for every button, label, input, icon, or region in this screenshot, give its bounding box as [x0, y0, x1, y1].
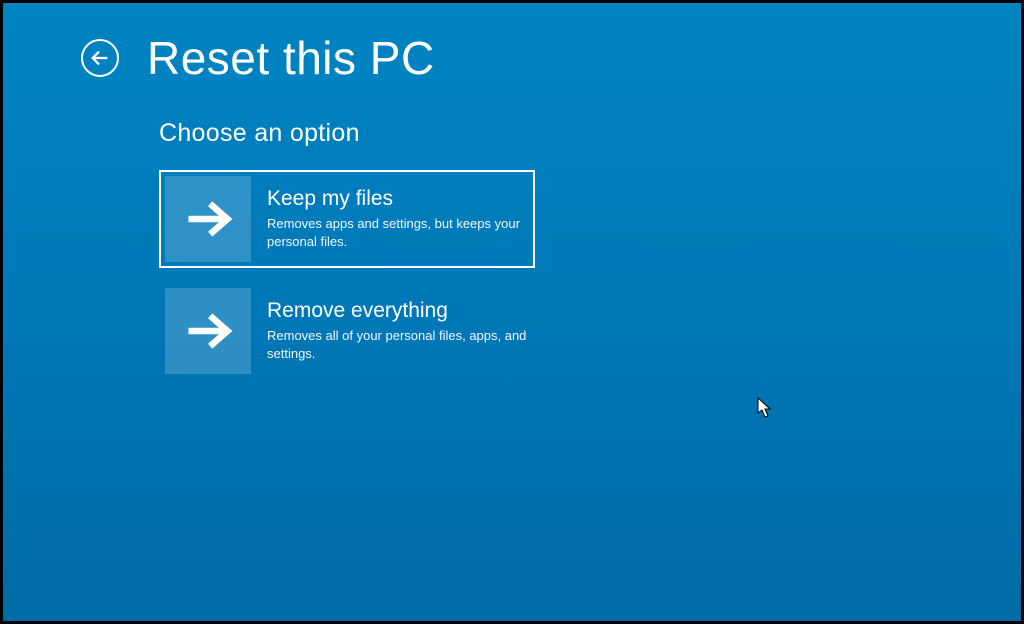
option-title: Remove everything — [267, 299, 529, 323]
option-text: Remove everything Removes all of your pe… — [267, 299, 529, 362]
arrow-right-icon — [182, 193, 234, 245]
option-remove-everything[interactable]: Remove everything Removes all of your pe… — [159, 282, 535, 380]
page-title: Reset this PC — [147, 31, 435, 85]
mouse-cursor-icon — [757, 397, 773, 424]
arrow-left-icon — [89, 47, 111, 69]
options-list: Keep my files Removes apps and settings,… — [159, 170, 1021, 380]
subtitle: Choose an option — [159, 119, 1021, 148]
back-button[interactable] — [81, 39, 119, 77]
header: Reset this PC — [3, 3, 1021, 85]
option-tile-icon — [165, 176, 251, 262]
option-keep-my-files[interactable]: Keep my files Removes apps and settings,… — [159, 170, 535, 268]
arrow-right-icon — [182, 305, 234, 357]
option-description: Removes apps and settings, but keeps you… — [267, 215, 529, 250]
option-tile-icon — [165, 288, 251, 374]
option-text: Keep my files Removes apps and settings,… — [267, 187, 529, 250]
option-description: Removes all of your personal files, apps… — [267, 327, 529, 362]
option-title: Keep my files — [267, 187, 529, 211]
